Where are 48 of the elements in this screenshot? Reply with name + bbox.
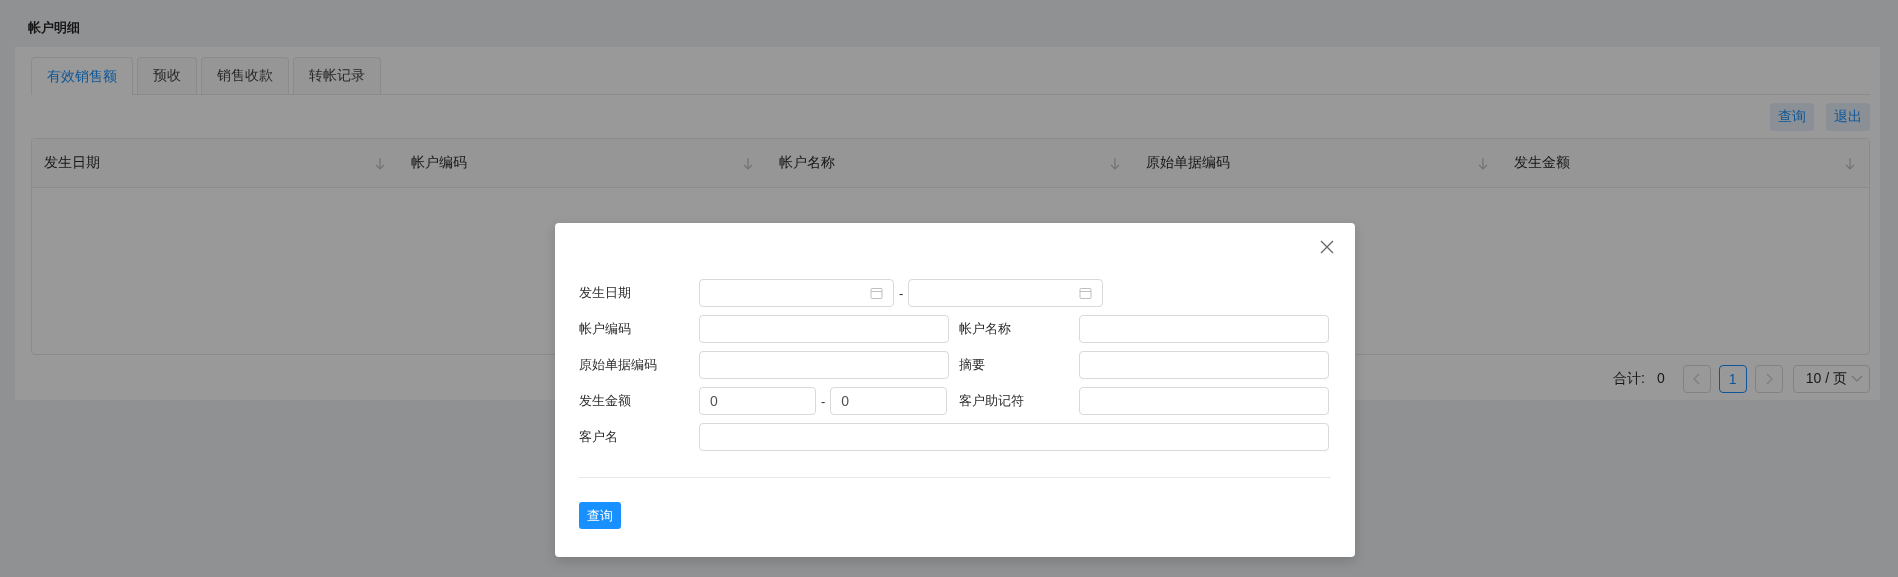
sort-arrow-icon[interactable]	[1110, 156, 1121, 170]
field-label: 发生日期	[579, 284, 632, 302]
tab[interactable]: 销售收款	[201, 57, 289, 94]
field-label: 客户助记符	[959, 392, 1025, 410]
tab[interactable]: 预收	[137, 57, 197, 94]
field-label: 帐户编码	[579, 320, 632, 338]
chevron-down-icon	[1851, 375, 1863, 383]
tab[interactable]: 有效销售额	[31, 57, 133, 95]
date-field[interactable]	[908, 279, 1104, 307]
next-page-button[interactable]	[1754, 365, 1783, 393]
column-header: 原始单据编码	[1146, 154, 1231, 172]
field-label: 摘要	[959, 356, 986, 374]
total-label: 合计:	[1613, 370, 1645, 388]
number-field[interactable]: 0	[699, 387, 816, 415]
field-label: 帐户名称	[959, 320, 1012, 338]
column-header: 帐户名称	[778, 154, 835, 172]
sort-arrow-icon[interactable]	[1477, 156, 1488, 170]
range-separator: -	[899, 285, 904, 301]
number-field[interactable]: 0	[830, 387, 948, 415]
text-field[interactable]	[1079, 315, 1329, 343]
page-number[interactable]: 1	[1718, 365, 1747, 393]
sort-arrow-icon[interactable]	[375, 156, 386, 170]
calendar-icon	[1079, 286, 1093, 300]
text-field[interactable]	[699, 351, 949, 379]
calendar-icon	[870, 286, 883, 300]
page-title: 帐户明细	[28, 20, 80, 35]
tab[interactable]: 转帐记录	[293, 57, 381, 94]
chevron-left-icon	[1692, 373, 1701, 385]
field-label: 发生金额	[579, 392, 632, 410]
page-size-select[interactable]: 10 / 页	[1792, 365, 1870, 393]
sort-arrow-icon[interactable]	[742, 156, 753, 170]
range-separator: -	[821, 393, 826, 409]
text-field[interactable]	[699, 423, 1329, 451]
field-label: 原始单据编码	[579, 356, 658, 374]
column-header: 帐户编码	[411, 154, 468, 172]
text-field[interactable]	[1079, 351, 1329, 379]
column-header: 发生金额	[1513, 154, 1570, 172]
close-icon[interactable]	[1320, 240, 1334, 254]
chevron-right-icon	[1764, 373, 1773, 385]
sort-arrow-icon[interactable]	[1845, 156, 1855, 170]
previous-page-button[interactable]	[1682, 365, 1711, 393]
date-field[interactable]	[699, 279, 894, 307]
column-header: 发生日期	[44, 154, 100, 172]
text-field[interactable]	[699, 315, 949, 343]
total-count: 0	[1656, 370, 1665, 388]
search-button[interactable]: 查询	[579, 502, 621, 529]
text-field[interactable]	[1079, 387, 1329, 415]
field-label: 客户名	[579, 428, 619, 446]
